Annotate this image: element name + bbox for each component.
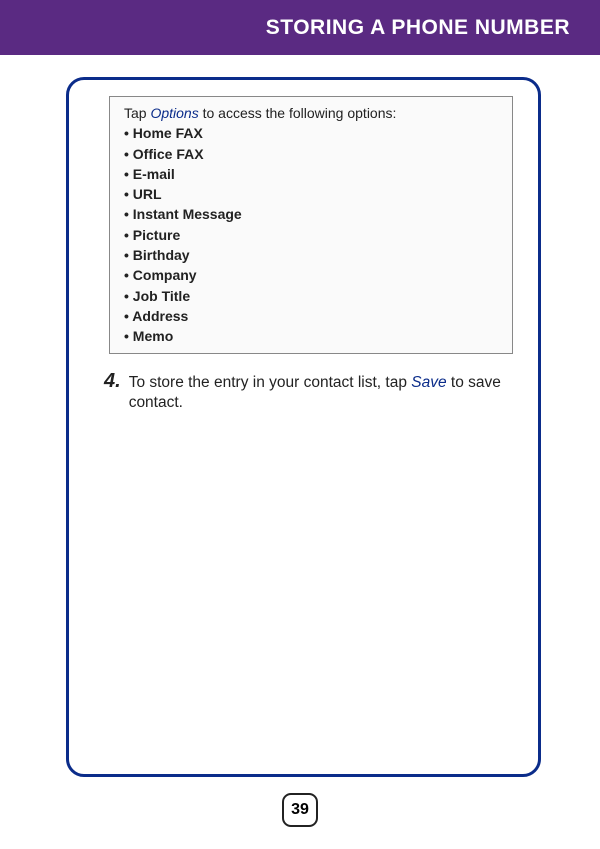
option-item: • Job Title [124, 286, 502, 306]
step-number: 4. [104, 370, 121, 392]
option-label: URL [133, 186, 162, 202]
option-item: • E-mail [124, 164, 502, 184]
option-item: • Company [124, 265, 502, 285]
page-number-value: 39 [291, 801, 309, 819]
option-label: Picture [133, 227, 180, 243]
option-item: • Picture [124, 225, 502, 245]
option-label: Home FAX [133, 125, 203, 141]
option-item: • Memo [124, 326, 502, 346]
content-frame: Tap Options to access the following opti… [66, 77, 541, 777]
header-bar: STORING A PHONE NUMBER [0, 0, 600, 55]
option-label: Instant Message [133, 206, 242, 222]
save-link: Save [411, 374, 446, 391]
step-row: 4. To store the entry in your contact li… [104, 370, 513, 413]
options-intro-prefix: Tap [124, 105, 150, 121]
page-title: STORING A PHONE NUMBER [266, 16, 570, 40]
options-link: Options [150, 105, 198, 121]
option-item: • Home FAX [124, 123, 502, 143]
step-text: To store the entry in your contact list,… [129, 370, 513, 413]
options-box: Tap Options to access the following opti… [109, 96, 513, 354]
option-label: Address [132, 308, 188, 324]
option-item: • Address [124, 306, 502, 326]
option-item: • Instant Message [124, 204, 502, 224]
option-label: Company [133, 267, 197, 283]
option-label: Birthday [133, 247, 190, 263]
option-label: Job Title [133, 288, 190, 304]
option-item: • Office FAX [124, 144, 502, 164]
option-label: Memo [133, 328, 173, 344]
options-intro-suffix: to access the following options: [199, 105, 397, 121]
option-item: • URL [124, 184, 502, 204]
page-number: 39 [282, 793, 318, 827]
step-text-prefix: To store the entry in your contact list,… [129, 374, 412, 391]
options-intro: Tap Options to access the following opti… [124, 103, 502, 123]
option-label: Office FAX [133, 146, 204, 162]
option-item: • Birthday [124, 245, 502, 265]
option-label: E-mail [133, 166, 175, 182]
